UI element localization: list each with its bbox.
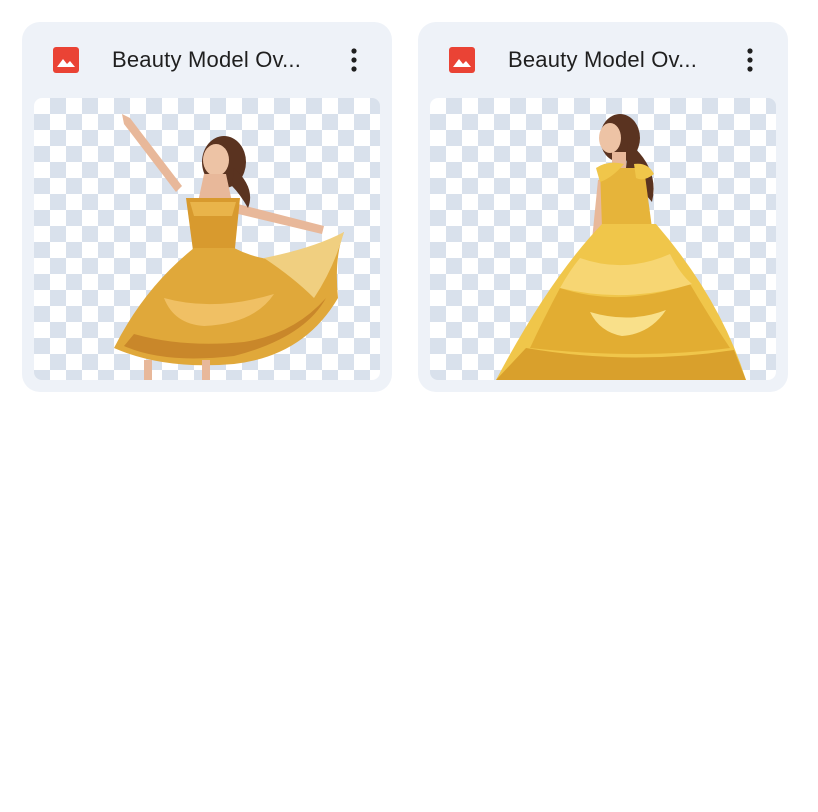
image-file-icon [52,46,80,74]
file-thumbnail[interactable] [430,98,776,380]
image-file-icon [448,46,476,74]
file-grid: Beauty Model Ov... Beauty Model Ov... [22,22,788,392]
file-card-header: Beauty Model Ov... [418,22,788,98]
more-vert-icon [747,48,753,72]
file-name: Beauty Model Ov... [508,47,698,72]
file-card[interactable]: Beauty Model Ov... [22,22,392,392]
gown-illustration [496,114,746,380]
file-thumbnail[interactable] [34,98,380,380]
file-card-header: Beauty Model Ov... [22,22,392,98]
file-name: Beauty Model Ov... [112,47,302,72]
file-card[interactable]: Beauty Model Ov... [418,22,788,392]
more-vert-icon [351,48,357,72]
more-options-button[interactable] [334,40,374,80]
dancer-illustration [114,114,344,380]
more-options-button[interactable] [730,40,770,80]
